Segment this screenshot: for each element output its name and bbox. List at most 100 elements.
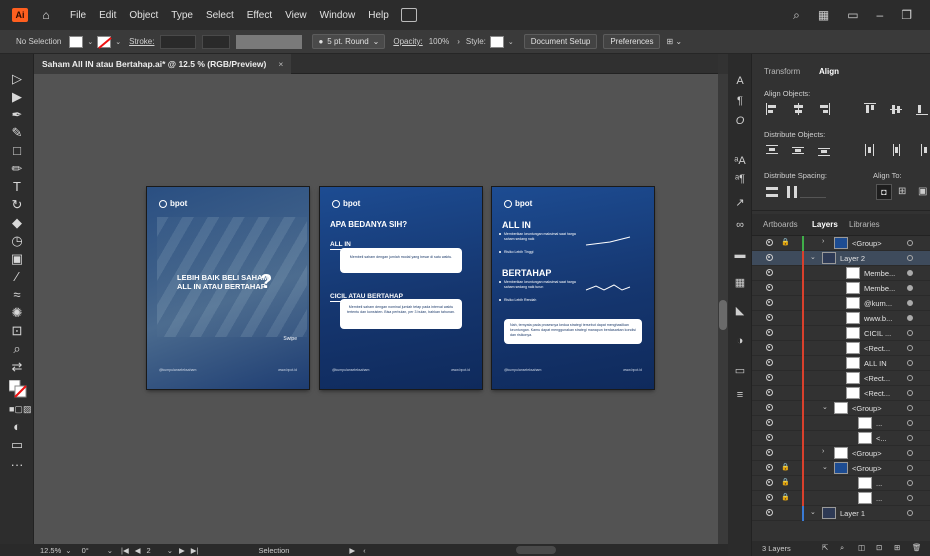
target-circle-icon[interactable] (907, 285, 913, 291)
target-circle-icon[interactable] (907, 405, 913, 411)
target-circle-icon[interactable] (907, 360, 913, 366)
align-top-icon[interactable] (864, 103, 876, 115)
delete-layer-icon[interactable]: 🗑 (912, 543, 922, 552)
screen-mode-icon[interactable]: ▭ (9, 438, 25, 452)
layer-row[interactable]: <... (752, 431, 930, 446)
target-circle-icon[interactable] (907, 300, 913, 306)
tab-artboards[interactable]: Artboards (763, 220, 798, 229)
layer-name[interactable]: @kum... (864, 299, 892, 308)
menu-file[interactable]: File (70, 10, 86, 21)
align-options-icon[interactable]: ⊞ ⌄ (666, 37, 682, 46)
symbol-sprayer-tool-icon[interactable]: ✺ (9, 306, 25, 320)
target-circle-icon[interactable] (907, 465, 913, 471)
blend-tool-icon[interactable]: ≈ (9, 288, 25, 302)
target-circle-icon[interactable] (907, 435, 913, 441)
layer-row[interactable]: ⌄ <Group> (752, 401, 930, 416)
layer-name[interactable]: ALL IN (864, 359, 887, 368)
target-circle-icon[interactable] (907, 390, 913, 396)
swap-fill-stroke-icon[interactable]: ⇄ (9, 360, 25, 374)
target-circle-icon[interactable] (907, 255, 913, 261)
layer-row[interactable]: ⌄ Layer 2 (752, 251, 930, 266)
visibility-eye-icon[interactable] (766, 389, 773, 396)
menu-type[interactable]: Type (171, 10, 193, 21)
locate-object-icon[interactable]: ⌕ (840, 543, 844, 553)
visibility-eye-icon[interactable] (766, 359, 773, 366)
visibility-eye-icon[interactable] (766, 284, 773, 291)
spacing-value-field[interactable] (800, 186, 826, 198)
layer-row[interactable]: www.b... (752, 311, 930, 326)
align-bottom-icon[interactable] (916, 103, 928, 115)
target-circle-icon[interactable] (907, 510, 913, 516)
chevron-down-icon[interactable]: ⌄ (810, 253, 816, 261)
eraser-tool-icon[interactable]: ◆ (9, 216, 25, 230)
preferences-button[interactable]: Preferences (603, 34, 661, 49)
style-swatch[interactable] (489, 35, 504, 48)
export-icon[interactable]: ↗ (733, 196, 747, 210)
layer-name[interactable]: <Group> (852, 449, 882, 458)
distribute-top-icon[interactable] (766, 144, 778, 156)
visibility-eye-icon[interactable] (766, 269, 773, 276)
lock-icon[interactable]: 🔒 (781, 478, 790, 486)
menu-effect[interactable]: Effect (247, 10, 272, 21)
workspace-icon[interactable]: ▦ (818, 8, 829, 22)
artboard-number[interactable]: 2 (147, 546, 151, 555)
chevron-down-icon[interactable]: ⌄ (87, 38, 93, 46)
layer-row[interactable]: 🔒 › <Group> (752, 236, 930, 251)
chevron-down-icon[interactable]: ⌄ (810, 508, 816, 516)
distribute-vertical-center-icon[interactable] (792, 144, 804, 156)
chevron-down-icon[interactable]: ⌄ (115, 38, 121, 46)
layer-name[interactable]: Layer 2 (840, 254, 865, 263)
tab-align[interactable]: Align (819, 67, 839, 76)
visibility-eye-icon[interactable] (766, 434, 773, 441)
comments-icon[interactable]: ▬ (733, 248, 747, 262)
type-tool-icon[interactable]: T (9, 180, 25, 194)
align-to-selection-icon[interactable]: ◘ (876, 184, 892, 200)
chevron-down-icon[interactable]: ⌄ (65, 546, 71, 555)
layer-row[interactable]: <Rect... (752, 341, 930, 356)
visibility-eye-icon[interactable] (766, 344, 773, 351)
tab-layers[interactable]: Layers (812, 220, 838, 229)
tab-libraries[interactable]: Libraries (849, 220, 880, 229)
stroke-weight-field[interactable] (160, 34, 197, 49)
lock-icon[interactable]: 🔒 (781, 493, 790, 501)
menu-select[interactable]: Select (206, 10, 234, 21)
horizontal-distribute-space-icon[interactable] (786, 186, 798, 198)
target-circle-icon[interactable] (907, 345, 913, 351)
curvature-tool-icon[interactable]: ✎ (9, 126, 25, 140)
draw-mode-icon[interactable]: ◐ (9, 420, 25, 434)
layer-row[interactable]: <Rect... (752, 386, 930, 401)
restore-icon[interactable]: ❐ (901, 8, 912, 22)
menu-object[interactable]: Object (129, 10, 158, 21)
document-tab[interactable]: Saham All IN atau Bertahap.ai* @ 12.5 % … (34, 53, 292, 74)
stroke-label[interactable]: Stroke: (129, 37, 154, 46)
align-horizontal-center-icon[interactable] (792, 103, 804, 115)
minimize-icon[interactable]: – (877, 8, 884, 22)
close-icon[interactable]: × (278, 59, 283, 69)
layer-row[interactable]: CICIL ... (752, 326, 930, 341)
rotate-tool-icon[interactable]: ↻ (9, 198, 25, 212)
selection-tool-icon[interactable]: ▷ (9, 72, 25, 86)
horizontal-scroll-thumb[interactable] (515, 546, 556, 554)
layer-name[interactable]: <... (876, 434, 887, 443)
stroke-panel-icon[interactable]: ≡ (733, 388, 747, 402)
target-circle-icon[interactable] (907, 240, 913, 246)
menu-window[interactable]: Window (320, 10, 356, 21)
layer-name[interactable]: <Rect... (864, 374, 890, 383)
chevron-down-icon[interactable]: ⌄ (822, 463, 828, 471)
visibility-eye-icon[interactable] (766, 479, 773, 486)
menu-edit[interactable]: Edit (99, 10, 116, 21)
align-to-key-object-icon[interactable]: ⊞ (898, 186, 906, 197)
visibility-eye-icon[interactable] (766, 239, 773, 246)
layer-row[interactable]: 🔒... (752, 476, 930, 491)
layer-row[interactable]: 🔒... (752, 491, 930, 506)
arrange-documents-icon[interactable] (400, 8, 417, 22)
paragraph-styles-icon[interactable]: ᵃ¶ (733, 172, 747, 186)
artboard-canvas[interactable]: bpot LEBIH BAIK BELI SAHAM ALL IN ATAU B… (34, 74, 718, 544)
lock-icon[interactable]: 🔒 (781, 463, 790, 471)
align-to-artboard-icon[interactable]: ▣ (918, 186, 927, 197)
target-circle-icon[interactable] (907, 495, 913, 501)
visibility-eye-icon[interactable] (766, 314, 773, 321)
character-styles-icon[interactable]: ᵃA (733, 154, 747, 168)
visibility-eye-icon[interactable] (766, 299, 773, 306)
align-right-icon[interactable] (818, 103, 830, 115)
